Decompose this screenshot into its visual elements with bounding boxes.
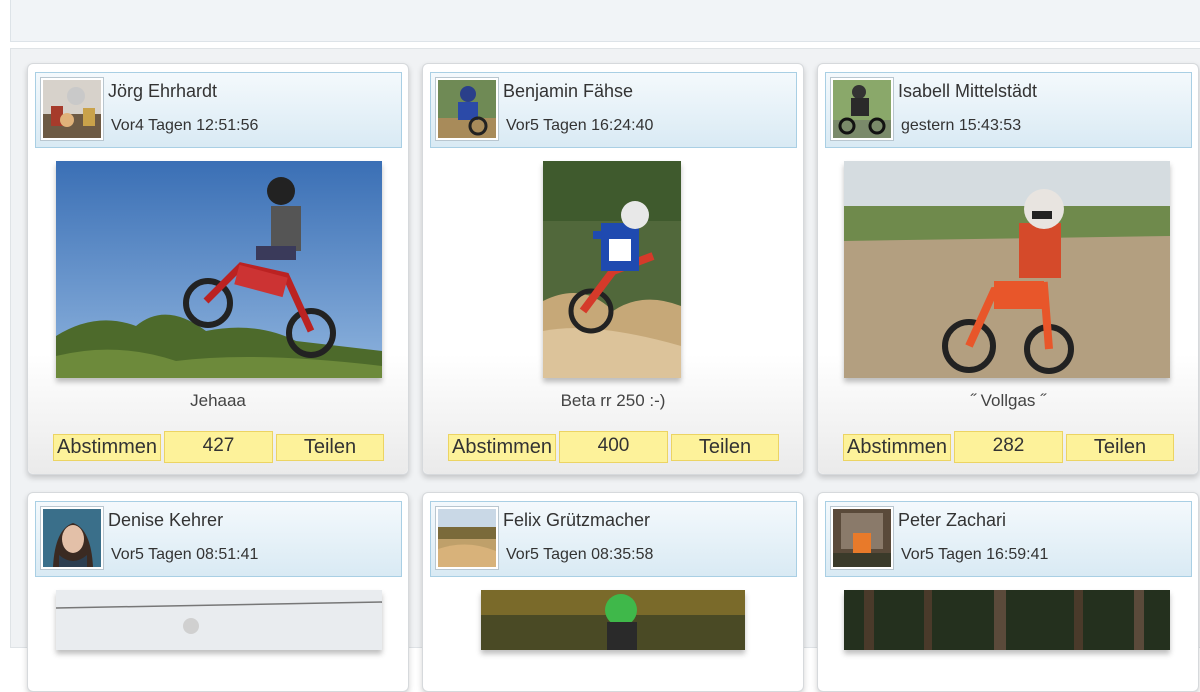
vote-count-label: Stimmen — [175, 454, 218, 462]
vote-button[interactable]: Abstimmen — [448, 434, 556, 461]
vote-count-value: 282 — [992, 435, 1025, 456]
vote-button[interactable]: Abstimmen — [843, 434, 951, 461]
post-time: Vor5 Tagen 08:35:58 — [506, 546, 654, 563]
post-caption: Beta rr 250 :-) — [560, 391, 666, 410]
post-caption: ˝ Vollgas ˝ — [970, 391, 1046, 410]
user-avatar[interactable] — [435, 77, 499, 141]
share-button[interactable]: Teilen — [1066, 434, 1174, 461]
post-header: Benjamin Fähse Vor5 Tagen 16:24:40 — [430, 72, 797, 148]
post-card: Felix Grützmacher Vor5 Tagen 08:35:58 — [422, 492, 804, 692]
top-bar — [10, 0, 1200, 42]
post-card: Jörg Ehrhardt Vor4 Tagen 12:51:56 Jehaaa… — [27, 63, 409, 475]
post-header: Isabell Mittelstädt gestern 15:43:53 — [825, 72, 1192, 148]
vote-count: 282 Stimmen — [954, 431, 1063, 463]
photo-grid: Jörg Ehrhardt Vor4 Tagen 12:51:56 Jehaaa… — [10, 48, 1200, 692]
post-photo[interactable] — [56, 590, 382, 650]
post-time: Vor5 Tagen 08:51:41 — [111, 546, 259, 563]
post-time: gestern 15:43:53 — [901, 117, 1022, 134]
post-photo[interactable] — [56, 161, 382, 378]
share-button[interactable]: Teilen — [276, 434, 384, 461]
post-card: Isabell Mittelstädt gestern 15:43:53 ˝ V… — [817, 63, 1199, 475]
user-avatar[interactable] — [435, 506, 499, 570]
post-time: Vor4 Tagen 12:51:56 — [111, 117, 259, 134]
vote-count: 400 Stimmen — [559, 431, 668, 463]
post-card: Denise Kehrer Vor5 Tagen 08:51:41 — [27, 492, 409, 692]
post-photo[interactable] — [844, 590, 1170, 650]
post-photo[interactable] — [844, 161, 1170, 378]
post-header: Denise Kehrer Vor5 Tagen 08:51:41 — [35, 501, 402, 577]
vote-button[interactable]: Abstimmen — [53, 434, 161, 461]
post-photo[interactable] — [481, 590, 745, 650]
post-card: Peter Zachari Vor5 Tagen 16:59:41 — [817, 492, 1199, 692]
user-avatar[interactable] — [830, 506, 894, 570]
post-time: Vor5 Tagen 16:24:40 — [506, 117, 654, 134]
vote-count-label: Stimmen — [570, 454, 613, 462]
vote-count-label: Stimmen — [965, 454, 1008, 462]
user-name[interactable]: Denise Kehrer — [108, 510, 223, 531]
post-time: Vor5 Tagen 16:59:41 — [901, 546, 1049, 563]
user-avatar[interactable] — [830, 77, 894, 141]
vote-count-value: 427 — [202, 435, 235, 456]
user-name[interactable]: Isabell Mittelstädt — [898, 81, 1037, 102]
post-header: Felix Grützmacher Vor5 Tagen 08:35:58 — [430, 501, 797, 577]
post-card: Benjamin Fähse Vor5 Tagen 16:24:40 Beta … — [422, 63, 804, 475]
user-name[interactable]: Felix Grützmacher — [503, 510, 650, 531]
user-name[interactable]: Jörg Ehrhardt — [108, 81, 217, 102]
user-avatar[interactable] — [40, 506, 104, 570]
vote-count: 427 Stimmen — [164, 431, 273, 463]
post-photo[interactable] — [543, 161, 681, 378]
post-header: Peter Zachari Vor5 Tagen 16:59:41 — [825, 501, 1192, 577]
vote-count-value: 400 — [597, 435, 630, 456]
user-avatar[interactable] — [40, 77, 104, 141]
user-name[interactable]: Peter Zachari — [898, 510, 1006, 531]
post-caption: Jehaaa — [190, 391, 246, 410]
share-button[interactable]: Teilen — [671, 434, 779, 461]
user-name[interactable]: Benjamin Fähse — [503, 81, 633, 102]
post-header: Jörg Ehrhardt Vor4 Tagen 12:51:56 — [35, 72, 402, 148]
